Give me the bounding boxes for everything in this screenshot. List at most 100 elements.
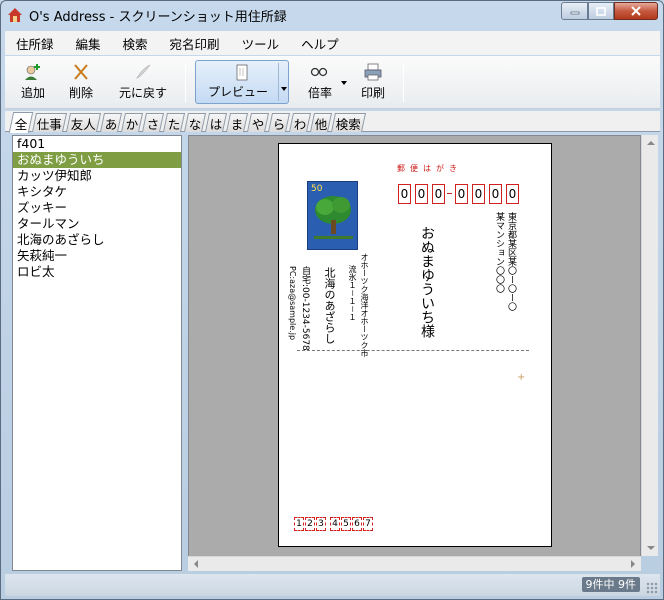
scroll-down-icon[interactable] [647, 546, 655, 550]
preview-document-icon [236, 64, 248, 81]
horizontal-scrollbar[interactable] [188, 556, 641, 571]
list-item[interactable]: カッツ伊知郎 [13, 168, 181, 184]
minimize-icon [570, 11, 579, 15]
menu-tools[interactable]: ツール [231, 34, 291, 53]
print-button[interactable]: 印刷 [355, 60, 391, 104]
zip-dash [447, 193, 452, 194]
undo-label: 元に戻す [118, 86, 167, 100]
title-bar: O's Address - スクリーンショット用住所録 [1, 1, 663, 29]
scroll-right-icon[interactable] [631, 560, 635, 568]
sender-zip-digit: 6 [352, 517, 362, 531]
cross-mark: + [517, 372, 526, 383]
delete-label: 削除 [68, 86, 93, 100]
delete-button[interactable]: 削除 [63, 60, 99, 104]
preview-label: プレビュー [207, 85, 268, 99]
sender-address-line-1: オホーツク海洋オホーツク市 [360, 253, 369, 357]
add-user-icon [25, 64, 40, 80]
preview-dropdown-arrow-icon[interactable] [281, 87, 287, 91]
zip-digit: 0 [398, 184, 411, 204]
zip-digit: 0 [489, 184, 502, 204]
tab-sa[interactable]: さ [141, 113, 165, 132]
postcard-header: 郵便はがき [397, 164, 462, 173]
tab-ra[interactable]: ら [267, 113, 291, 132]
printer-icon [364, 63, 382, 81]
tree-icon [314, 196, 353, 239]
recipient-name: おぬまゆういち様 [419, 226, 435, 338]
tab-ha[interactable]: は [204, 113, 228, 132]
postcard: 郵便はがき 0 0 0 0 0 0 0 50 東京都某区某〇ー〇ー〇 某マンショ… [278, 143, 552, 547]
tab-other[interactable]: 他 [309, 113, 333, 132]
tab-wa[interactable]: わ [288, 113, 312, 132]
undo-button[interactable]: 元に戻す [115, 60, 171, 104]
zip-digit: 0 [455, 184, 468, 204]
window-title: O's Address - スクリーンショット用住所録 [29, 10, 287, 25]
preview-button[interactable]: プレビュー [195, 60, 289, 104]
scroll-left-icon[interactable] [194, 560, 198, 568]
scroll-up-icon[interactable] [647, 141, 655, 145]
glasses-icon [310, 67, 328, 77]
list-item[interactable]: 矢萩純一 [13, 248, 181, 264]
house-icon [8, 8, 22, 22]
recipient-address-line-1: 東京都某区某〇ー〇ー〇 [506, 212, 516, 311]
tab-ya[interactable]: や [246, 113, 270, 132]
app-window: O's Address - スクリーンショット用住所録 住所録 編集 検索 宛名… [0, 0, 664, 600]
sender-name: 北海のあざらし [323, 267, 336, 344]
menu-bar: 住所録 編集 検索 宛名印刷 ツール ヘルプ [5, 31, 660, 55]
zip-digit: 0 [432, 184, 445, 204]
add-label: 追加 [20, 86, 45, 100]
list-item[interactable]: おぬまゆういち [13, 152, 181, 168]
menu-search[interactable]: 検索 [112, 34, 159, 53]
postcard-preview-area: 郵便はがき 0 0 0 0 0 0 0 50 東京都某区某〇ー〇ー〇 某マンショ… [188, 135, 641, 571]
add-button[interactable]: 追加 [15, 60, 51, 104]
menu-edit[interactable]: 編集 [65, 34, 112, 53]
sender-zip-digit: 4 [330, 517, 340, 531]
stamp: 50 [307, 181, 358, 250]
toolbar: 追加 削除 元に戻す プレビュー 倍率 印刷 [5, 56, 660, 109]
sender-zip-digit: 1 [294, 517, 304, 531]
list-item[interactable]: ロビ太 [13, 264, 181, 280]
maximize-button[interactable] [588, 2, 614, 20]
toolbar-separator [185, 62, 186, 102]
print-label: 印刷 [360, 86, 385, 100]
sender-phone: 自宅:00-1234-5678 [300, 266, 310, 351]
preview-split-divider [278, 63, 279, 101]
toolbar-separator [403, 62, 404, 102]
list-item[interactable]: ズッキー [13, 200, 181, 216]
tab-friends[interactable]: 友人 [65, 113, 102, 132]
tab-ta[interactable]: た [162, 113, 186, 132]
maximize-icon [596, 6, 606, 16]
menu-print-labels[interactable]: 宛名印刷 [159, 34, 231, 53]
resize-grip-icon[interactable] [646, 582, 658, 594]
list-item[interactable]: タールマン [13, 216, 181, 232]
minimize-button[interactable] [561, 2, 588, 20]
sender-zip-digit: 5 [341, 517, 351, 531]
delete-icon [74, 64, 88, 80]
zoom-dropdown-arrow-icon[interactable] [341, 81, 347, 85]
tab-search[interactable]: 検索 [330, 113, 367, 132]
sender-zip-digit: 3 [316, 517, 326, 531]
zoom-button[interactable]: 倍率 [301, 60, 349, 104]
tab-all[interactable]: 全 [8, 112, 34, 133]
sender-zip-digit: 2 [305, 517, 315, 531]
menu-address-book[interactable]: 住所録 [5, 34, 65, 53]
tab-work[interactable]: 仕事 [31, 113, 68, 132]
zoom-label: 倍率 [307, 86, 332, 100]
list-item[interactable]: f401 [13, 136, 181, 152]
contact-list[interactable]: f401 おぬまゆういち カッツ伊知郎 キシタケ ズッキー タールマン 北海のあ… [12, 135, 182, 571]
list-item[interactable]: キシタケ [13, 184, 181, 200]
sender-zip-digit: 7 [363, 517, 373, 531]
address-divider-line [297, 350, 529, 351]
close-button[interactable] [614, 2, 658, 20]
list-item[interactable]: 北海のあざらし [13, 232, 181, 248]
vertical-scrollbar[interactable] [641, 135, 658, 556]
recipient-address-line-2: 某マンション〇〇〇 [494, 212, 504, 293]
tab-na[interactable]: な [183, 113, 207, 132]
close-icon [631, 6, 641, 16]
menu-help[interactable]: ヘルプ [290, 34, 350, 53]
tab-a[interactable]: あ [99, 113, 123, 132]
status-bar: 9件中 9件 [5, 574, 660, 596]
sender-address-line-2: 流氷１－１－１ [348, 265, 357, 321]
undo-quill-icon [136, 64, 151, 79]
tab-ka[interactable]: か [120, 113, 144, 132]
tab-ma[interactable]: ま [225, 113, 249, 132]
